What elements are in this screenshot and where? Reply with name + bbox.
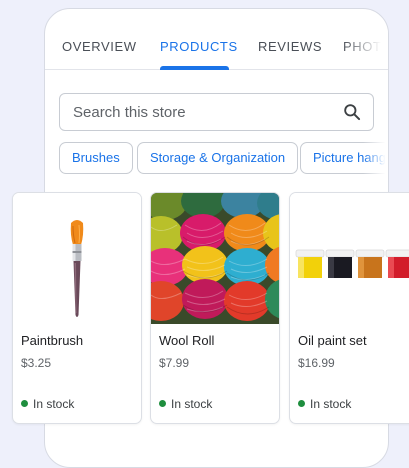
product-card-paintbrush[interactable]: Paintbrush $3.25 In stock: [12, 192, 142, 424]
wool-roll-image: [151, 193, 279, 324]
product-price: $3.25: [21, 356, 52, 370]
in-stock-dot-icon: [21, 400, 28, 407]
product-name: Oil paint set: [298, 333, 367, 348]
stock-status: In stock: [159, 397, 212, 411]
in-stock-dot-icon: [159, 400, 166, 407]
stock-status: In stock: [21, 397, 74, 411]
product-card-wool-roll[interactable]: Wool Roll $7.99 In stock: [150, 192, 280, 424]
tab-products[interactable]: PRODUCTS: [160, 39, 238, 54]
search-input[interactable]: [71, 94, 331, 130]
category-chips: Brushes Storage & Organization Picture h…: [59, 142, 388, 176]
chip-picture-hangers[interactable]: Picture hangers: [300, 142, 388, 174]
tab-reviews[interactable]: REVIEWS: [258, 39, 322, 54]
active-tab-indicator: [160, 66, 229, 70]
stock-label: In stock: [171, 397, 213, 411]
stock-label: In stock: [33, 397, 75, 411]
tab-overview[interactable]: OVERVIEW: [62, 39, 137, 54]
in-stock-dot-icon: [298, 400, 305, 407]
product-price: $7.99: [159, 356, 190, 370]
chip-brushes[interactable]: Brushes: [59, 142, 133, 174]
tab-photos[interactable]: PHOTOS: [343, 39, 388, 54]
product-price: $16.99: [298, 356, 335, 370]
search-icon[interactable]: [342, 102, 362, 122]
chip-storage-organization[interactable]: Storage & Organization: [137, 142, 299, 174]
product-name: Paintbrush: [21, 333, 84, 348]
stock-status: In stock: [298, 397, 351, 411]
paintbrush-image: [13, 193, 141, 324]
oil-paint-set-image: [290, 193, 409, 324]
store-search[interactable]: [59, 93, 374, 131]
stock-label: In stock: [310, 397, 352, 411]
product-name: Wool Roll: [159, 333, 215, 348]
product-card-oil-paint-set[interactable]: Oil paint set $16.99 In stock: [289, 192, 409, 424]
tab-bar: OVERVIEW PRODUCTS REVIEWS PHOTOS: [45, 9, 388, 70]
